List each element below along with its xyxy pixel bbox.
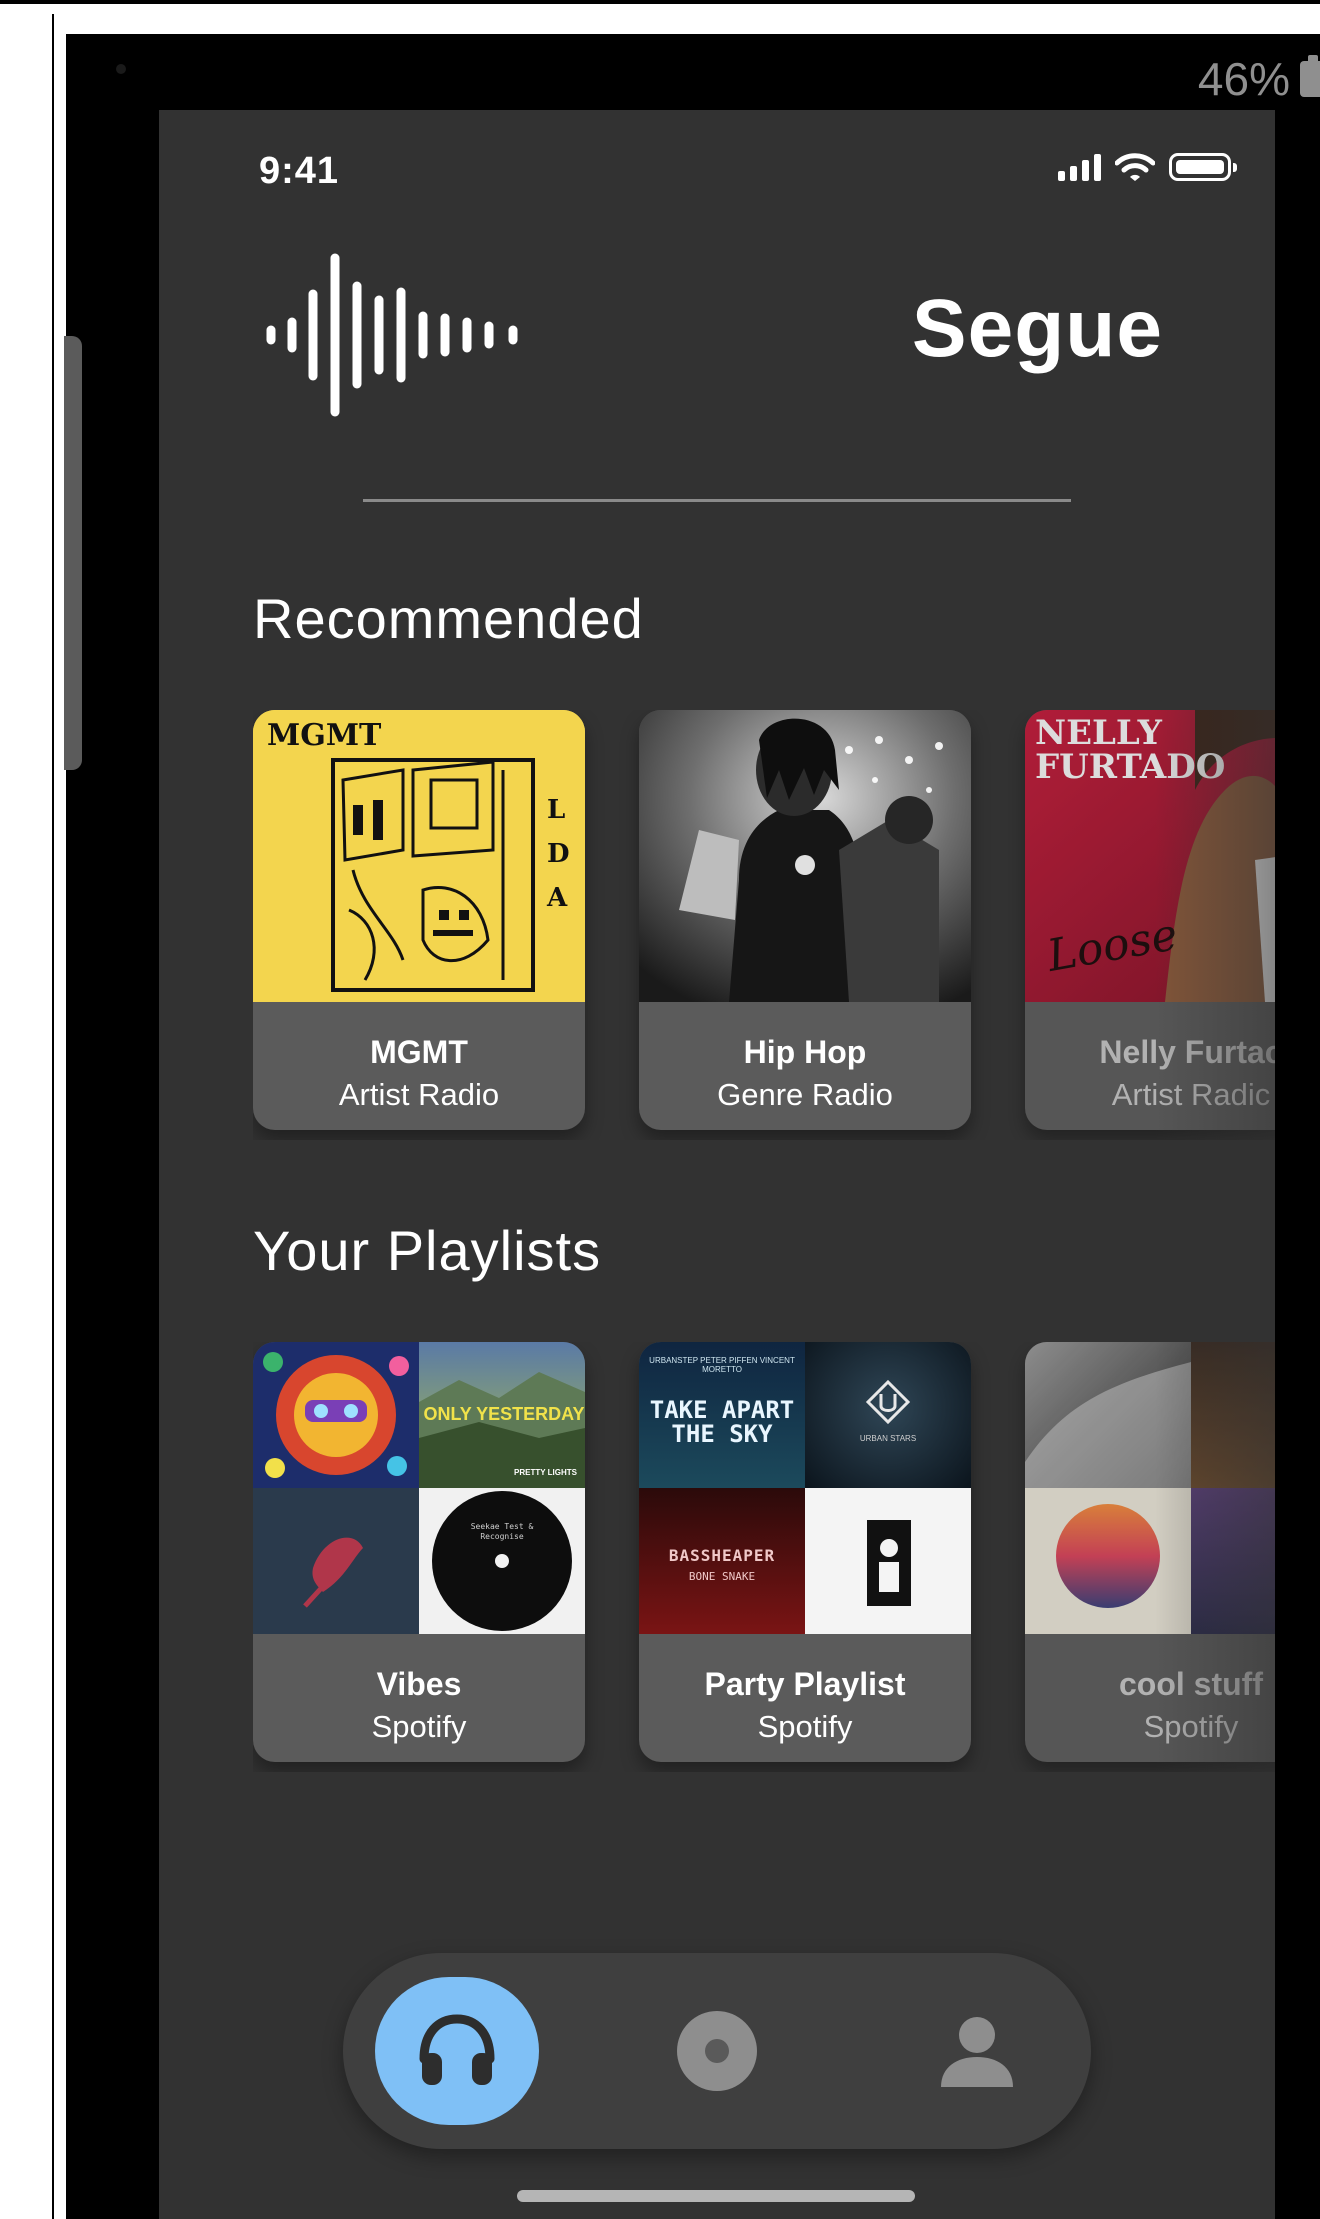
- playlist-card-vibes[interactable]: ONLY YESTERDAY PRETTY LIGHTS Seekae Test…: [253, 1342, 585, 1762]
- outer-battery-percent: 46%: [1197, 53, 1290, 105]
- playlist-card-party-playlist[interactable]: URBANSTEP PETER PIFFEN VINCENT MORETTO T…: [639, 1342, 971, 1762]
- card-title: Party Playlist: [704, 1666, 906, 1702]
- mosaic-tile: ONLY YESTERDAY PRETTY LIGHTS: [419, 1342, 585, 1488]
- playlists-heading: Your Playlists: [253, 1219, 602, 1282]
- album-art-text: ONLY YESTERDAY: [423, 1404, 585, 1424]
- playlist-mosaic: URBANSTEP PETER PIFFEN VINCENT MORETTO T…: [639, 1342, 971, 1634]
- mosaic-tile: [253, 1488, 419, 1634]
- card-title: MGMT: [370, 1034, 468, 1070]
- outer-battery-indicator: 46%: [1198, 52, 1320, 106]
- card-caption: Vibes Spotify: [253, 1634, 585, 1762]
- card-title: Hip Hop: [743, 1034, 867, 1070]
- mosaic-tile: BASSHEAPER BONE SNAKE: [639, 1488, 805, 1634]
- mosaic-tile: URBANSTEP PETER PIFFEN VINCENT MORETTO T…: [639, 1342, 805, 1488]
- card-subtitle: Genre Radio: [717, 1077, 893, 1112]
- album-art-text: MGMT: [267, 718, 382, 753]
- home-indicator[interactable]: [517, 2190, 915, 2202]
- row-fade-overlay: [1155, 710, 1275, 1140]
- signal-icon: [1058, 153, 1101, 181]
- album-art-small-text: URBANSTEP PETER PIFFEN VINCENT MORETTO: [649, 1356, 795, 1374]
- card-caption: MGMT Artist Radio: [253, 1002, 585, 1130]
- app-title: Segue: [911, 283, 1163, 374]
- app-screen: 9:41 Segue Recommended MGMT LDA MGMT Art…: [159, 110, 1275, 2219]
- page-top-rule: [0, 0, 1320, 4]
- battery-icon: [1300, 55, 1320, 97]
- album-art-small-text: URBAN STARS: [859, 1434, 917, 1443]
- battery-icon: [1169, 153, 1237, 181]
- album-art-small-text: PRETTY LIGHTS: [514, 1468, 577, 1477]
- recommended-heading: Recommended: [253, 587, 644, 650]
- sound-wave-logo-icon: [266, 253, 518, 417]
- record-label-text: Seekae Test & Recognise: [470, 1522, 534, 1541]
- playlists-row[interactable]: ONLY YESTERDAY PRETTY LIGHTS Seekae Test…: [253, 1342, 1275, 1772]
- row-fade-overlay: [1155, 1342, 1275, 1772]
- album-art-text: BASSHEAPER: [668, 1546, 776, 1565]
- camera-dot: [116, 64, 126, 74]
- tab-listen[interactable]: [375, 1977, 539, 2125]
- album-art-small-text: BONE SNAKE: [688, 1570, 756, 1583]
- page-left-rule: [52, 14, 54, 2219]
- genre-photo: [639, 710, 971, 1002]
- headphones-icon: [419, 2014, 495, 2085]
- mosaic-tile: [805, 1488, 971, 1634]
- side-scroll-handle[interactable]: [64, 336, 82, 770]
- card-title: Vibes: [376, 1666, 462, 1702]
- mosaic-tile: [253, 1342, 419, 1488]
- card-caption: Party Playlist Spotify: [639, 1634, 971, 1762]
- album-art-text: TAKE APART THE SKY: [649, 1396, 795, 1448]
- card-caption: Hip Hop Genre Radio: [639, 1002, 971, 1130]
- disc-icon: [677, 2011, 757, 2091]
- status-time: 9:41: [259, 150, 340, 192]
- card-subtitle: Spotify: [757, 1709, 853, 1744]
- mosaic-tile: URBAN STARS: [805, 1342, 971, 1488]
- card-subtitle: Spotify: [371, 1709, 467, 1744]
- wifi-icon: [1115, 153, 1155, 181]
- header-divider: [363, 499, 1071, 502]
- tab-profile[interactable]: [895, 1977, 1059, 2125]
- recommended-card-hip-hop[interactable]: Hip Hop Genre Radio: [639, 710, 971, 1130]
- person-icon: [941, 2017, 1013, 2087]
- recommended-row[interactable]: MGMT LDA MGMT Artist Radio Hip Hop Genre…: [253, 710, 1275, 1140]
- mosaic-tile: Seekae Test & Recognise: [419, 1488, 585, 1634]
- tab-library[interactable]: [635, 1977, 799, 2125]
- recommended-card-mgmt[interactable]: MGMT LDA MGMT Artist Radio: [253, 710, 585, 1130]
- status-icons: [1058, 152, 1237, 182]
- album-art-letters: LDA: [547, 795, 570, 913]
- card-subtitle: Artist Radio: [338, 1077, 500, 1112]
- playlist-mosaic: ONLY YESTERDAY PRETTY LIGHTS Seekae Test…: [253, 1342, 585, 1634]
- album-art: MGMT LDA: [253, 710, 585, 1002]
- bottom-tab-bar: [343, 1953, 1091, 2149]
